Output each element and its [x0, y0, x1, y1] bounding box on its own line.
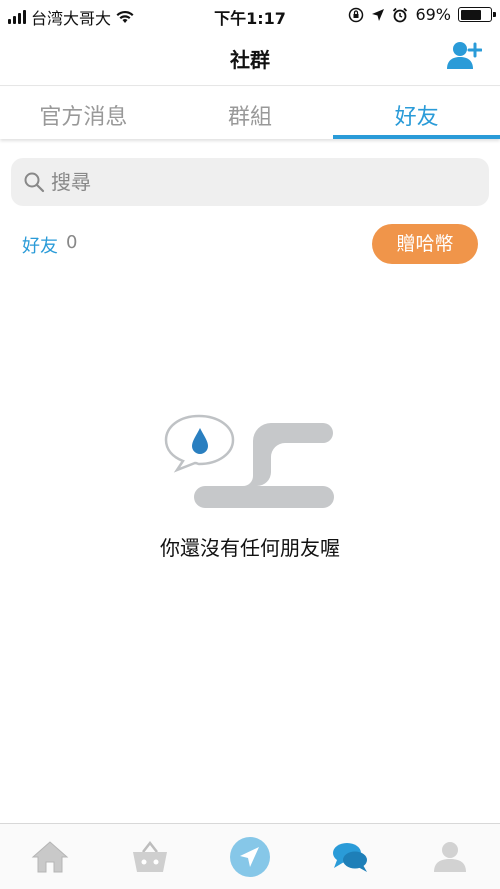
friends-summary: 好友 0 贈哈幣: [0, 224, 500, 264]
search-icon: [24, 172, 45, 193]
nav-send[interactable]: [200, 824, 300, 889]
nav-home[interactable]: [0, 824, 100, 889]
bottom-navigation: [0, 823, 500, 889]
nav-community[interactable]: [300, 824, 400, 889]
friends-label: 好友: [22, 236, 58, 257]
tab-groups[interactable]: 群組: [167, 87, 334, 139]
home-icon: [31, 840, 69, 872]
nav-shop[interactable]: [100, 824, 200, 889]
empty-state-message: 你還沒有任何朋友喔: [160, 536, 340, 560]
empty-state-illustration: [164, 414, 334, 508]
status-right: 69%: [348, 5, 496, 24]
nav-profile[interactable]: [400, 824, 500, 889]
page-title: 社群: [230, 48, 270, 72]
orientation-lock-icon: [349, 7, 364, 22]
location-arrow-icon: [372, 8, 385, 21]
search-input[interactable]: [51, 170, 451, 194]
add-friend-button[interactable]: [446, 40, 483, 72]
battery-icon: [458, 7, 496, 22]
send-icon: [230, 836, 270, 877]
tab-bar: 官方消息 群組 好友: [0, 87, 500, 139]
tab-friends[interactable]: 好友: [333, 87, 500, 139]
chat-bubbles-icon: [333, 842, 367, 872]
speech-bubble-icon: [164, 414, 235, 473]
friends-count: 0: [66, 232, 78, 253]
profile-icon: [434, 841, 466, 872]
gift-coins-button[interactable]: 贈哈幣: [372, 224, 478, 264]
alarm-icon: [393, 7, 408, 22]
basket-icon: [133, 840, 167, 872]
add-user-icon: [447, 42, 483, 69]
header: 社群: [0, 30, 500, 86]
search-bar[interactable]: [11, 158, 489, 206]
battery-percent: 69%: [415, 5, 451, 24]
status-bar: 台湾大哥大 下午1:17 69%: [0, 0, 500, 30]
tab-official-news[interactable]: 官方消息: [0, 87, 167, 139]
